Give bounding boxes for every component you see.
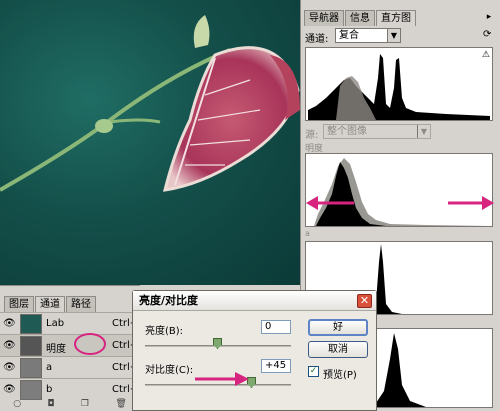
- eye-icon[interactable]: 👁: [3, 340, 16, 351]
- contrast-label: 对比度(C):: [145, 365, 194, 376]
- channel-label: 通道:: [305, 34, 329, 45]
- tab-histogram[interactable]: 直方图: [376, 10, 416, 26]
- histogram-panel-tabs: 导航器 信息 直方图: [304, 10, 417, 26]
- lab-thumbnail: [20, 314, 42, 334]
- delete-channel-icon[interactable]: 🗑: [115, 399, 126, 409]
- channel-name: Lab: [46, 318, 65, 329]
- annotation-ellipse: [74, 333, 106, 355]
- channel-select[interactable]: 复合 ▼: [335, 28, 401, 43]
- image-canvas[interactable]: [0, 0, 300, 285]
- tab-layers[interactable]: 图层: [4, 296, 34, 312]
- panel-menu-arrow-icon[interactable]: ▸: [482, 11, 496, 23]
- brightness-histogram-graph: [314, 158, 490, 226]
- channel-name: 明度: [46, 344, 66, 355]
- brightness-slider-thumb[interactable]: [213, 338, 222, 349]
- tab-info[interactable]: 信息: [345, 10, 375, 26]
- load-selection-icon[interactable]: ○: [13, 399, 21, 409]
- lightness-thumbnail: [20, 336, 42, 356]
- brightness-label: 亮度(B):: [145, 326, 184, 337]
- source-select: 整个图像 ▼: [323, 124, 431, 139]
- cache-warning-icon[interactable]: ⚠: [482, 50, 490, 60]
- eye-icon[interactable]: 👁: [3, 318, 16, 329]
- channel-row-lightness[interactable]: 👁 明度 Ctrl+1: [0, 333, 145, 356]
- annotation-arrow-contrast: [195, 372, 249, 386]
- eye-icon[interactable]: 👁: [3, 362, 16, 373]
- brightness-input[interactable]: 0: [261, 320, 291, 334]
- refresh-icon[interactable]: ⟳: [483, 29, 495, 41]
- a-channel-label: a: [305, 229, 310, 238]
- dialog-title: 亮度/对比度: [133, 291, 376, 311]
- preview-checkbox[interactable]: ✓: [308, 366, 319, 377]
- annotation-arrow-right: [448, 196, 494, 210]
- brightness-histogram: [305, 153, 493, 227]
- chevron-down-icon: ▼: [417, 125, 430, 138]
- close-icon[interactable]: ✕: [357, 294, 372, 308]
- channel-row-lab[interactable]: 👁 Lab Ctrl+~: [0, 312, 147, 334]
- composite-histogram: ⚠: [305, 47, 493, 121]
- chevron-down-icon: ▼: [387, 29, 400, 42]
- leaf-photo: [0, 15, 300, 192]
- channel-name: a: [46, 362, 53, 373]
- composite-histogram-graph: [308, 54, 490, 120]
- a-thumbnail: [20, 358, 42, 378]
- save-selection-icon[interactable]: ◘: [47, 399, 54, 409]
- channels-footer: ○ ◘ ❐ 🗑: [0, 397, 140, 411]
- tab-channels[interactable]: 通道: [35, 296, 65, 312]
- ok-button[interactable]: 好: [308, 319, 368, 336]
- channel-name: b: [46, 384, 53, 395]
- contrast-input[interactable]: +45: [261, 359, 291, 373]
- channel-select-value: 复合: [339, 30, 359, 41]
- preview-label: 预览(P): [323, 370, 357, 381]
- tab-paths[interactable]: 路径: [66, 296, 96, 312]
- new-channel-icon[interactable]: ❐: [81, 399, 89, 409]
- eye-icon[interactable]: 👁: [3, 384, 16, 395]
- source-select-value: 整个图像: [327, 126, 367, 137]
- tab-navigator[interactable]: 导航器: [304, 10, 344, 26]
- channels-panel-tabs: 图层 通道 路径: [4, 296, 97, 312]
- brightness-contrast-dialog: 亮度/对比度 ✕ 亮度(B): 0 对比度(C): +45 好 取消 ✓ 预览(…: [132, 290, 377, 411]
- channels-panel: 图层 通道 路径 👁 Lab Ctrl+~ 👁 明度 Ctrl+1 👁 a Ct…: [0, 285, 147, 411]
- cancel-button[interactable]: 取消: [308, 341, 368, 358]
- source-label: 源:: [305, 130, 319, 141]
- channel-row-a[interactable]: 👁 a Ctrl+2: [0, 356, 145, 378]
- annotation-arrow-left: [306, 196, 354, 210]
